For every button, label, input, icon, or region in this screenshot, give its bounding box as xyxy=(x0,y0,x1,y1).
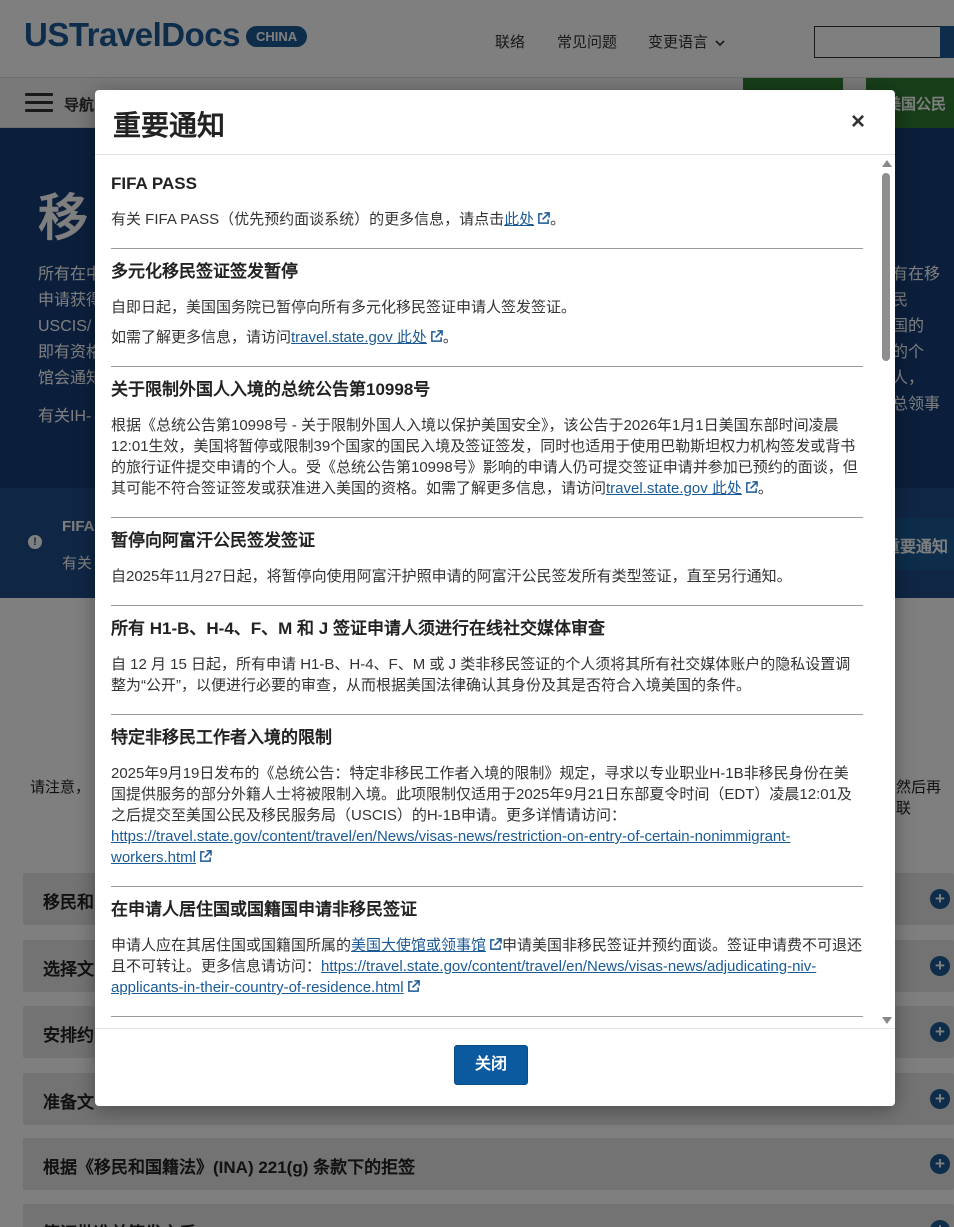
notice-text: 申请人应在其居住国或国籍国所属的美国大使馆或领事馆 申请美国非移民签证并预约面谈。… xyxy=(111,937,863,996)
notice-title: 暂停向阿富汗公民签发签证 xyxy=(111,531,315,550)
modal-title: 重要通知 xyxy=(113,109,226,142)
notice-link[interactable]: travel.state.gov 此处 xyxy=(606,480,742,497)
notice-item: 在申请人居住国或国籍国申请非移民签证申请人应在其居住国或国籍国所属的美国大使馆或… xyxy=(111,899,863,1017)
important-notice-modal: 重要通知 × FIFA PASS 有关 FIFA PASS（优先预约面谈系统）的更… xyxy=(95,90,895,1106)
scroll-thumb[interactable] xyxy=(882,173,890,361)
notice-title: FIFA PASS xyxy=(111,174,197,193)
external-link-icon xyxy=(746,481,758,493)
external-link-icon xyxy=(200,850,212,862)
notice-text: 2025年9月19日发布的《总统公告：特定非移民工作者入境的限制》规定，寻求以专… xyxy=(111,765,852,866)
external-link-icon xyxy=(407,980,420,992)
notice-text: 自即日起，美国国务院已暂停向所有多元化移民签证申请人签发签证。 xyxy=(111,299,577,316)
external-link-icon xyxy=(538,212,550,224)
modal-scrollbar[interactable] xyxy=(880,160,892,1026)
notice-title: 所有 H1-B、H-4、F、M 和 J 签证申请人须进行在线社交媒体审查 xyxy=(111,619,605,638)
notice-list: FIFA PASS 有关 FIFA PASS（优先预约面谈系统）的更多信息，请点击… xyxy=(111,173,863,1028)
notice-title: 特定非移民工作者入境的限制 xyxy=(111,728,332,747)
notice-item: FIFA PASS 有关 FIFA PASS（优先预约面谈系统）的更多信息，请点击… xyxy=(111,173,863,249)
modal-footer-divider xyxy=(95,1028,895,1029)
notice-text: 有关 FIFA PASS（优先预约面谈系统）的更多信息，请点击此处。 xyxy=(111,211,566,228)
notice-item: 特定非移民工作者入境的限制 2025年9月19日发布的《总统公告：特定非移民工作者… xyxy=(111,727,863,887)
scroll-down-arrow[interactable] xyxy=(882,1017,892,1024)
notice-item: 所有 H1-B、H-4、F、M 和 J 签证申请人须进行在线社交媒体审查自 12… xyxy=(111,618,863,715)
notice-item: 多元化移民签证签发暂停自即日起，美国国务院已暂停向所有多元化移民签证申请人签发签… xyxy=(111,261,863,367)
notice-item: 暂停向阿富汗公民签发签证自2025年11月27日起，将暂停向使用阿富汗护照申请的… xyxy=(111,530,863,606)
notice-text: 自2025年11月27日起，将暂停向使用阿富汗护照申请的阿富汗公民签发所有类型签… xyxy=(111,568,792,585)
scroll-up-arrow[interactable] xyxy=(882,160,892,167)
notice-text: 自 12 月 15 日起，所有申请 H1-B、H-4、F、M 或 J 类非移民签… xyxy=(111,656,851,694)
notice-link[interactable]: https://travel.state.gov/content/travel/… xyxy=(111,828,790,866)
close-icon[interactable]: × xyxy=(851,108,865,136)
notice-text: 根据《总统公告第10998号 - 关于限制外国人入境以保护美国安全》，该公告于2… xyxy=(111,417,858,497)
notice-title: 在申请人居住国或国籍国申请非移民签证 xyxy=(111,900,417,919)
notice-text: 如需了解更多信息，请访问travel.state.gov 此处。 xyxy=(111,329,458,346)
modal-body[interactable]: FIFA PASS 有关 FIFA PASS（优先预约面谈系统）的更多信息，请点击… xyxy=(95,155,895,1028)
notice-title: 多元化移民签证签发暂停 xyxy=(111,262,298,281)
notice-item: 关于限制外国人入境的总统公告第10998号根据《总统公告第10998号 - 关于… xyxy=(111,379,863,518)
notice-link[interactable]: travel.state.gov 此处 xyxy=(291,329,427,346)
notice-link[interactable]: 美国大使馆或领事馆 xyxy=(351,937,486,954)
close-button[interactable]: 关闭 xyxy=(454,1045,528,1085)
external-link-icon xyxy=(431,330,443,342)
notice-title: 关于限制外国人入境的总统公告第10998号 xyxy=(111,380,431,399)
external-link-icon xyxy=(490,938,502,950)
notice-link[interactable]: 此处 xyxy=(504,211,534,228)
